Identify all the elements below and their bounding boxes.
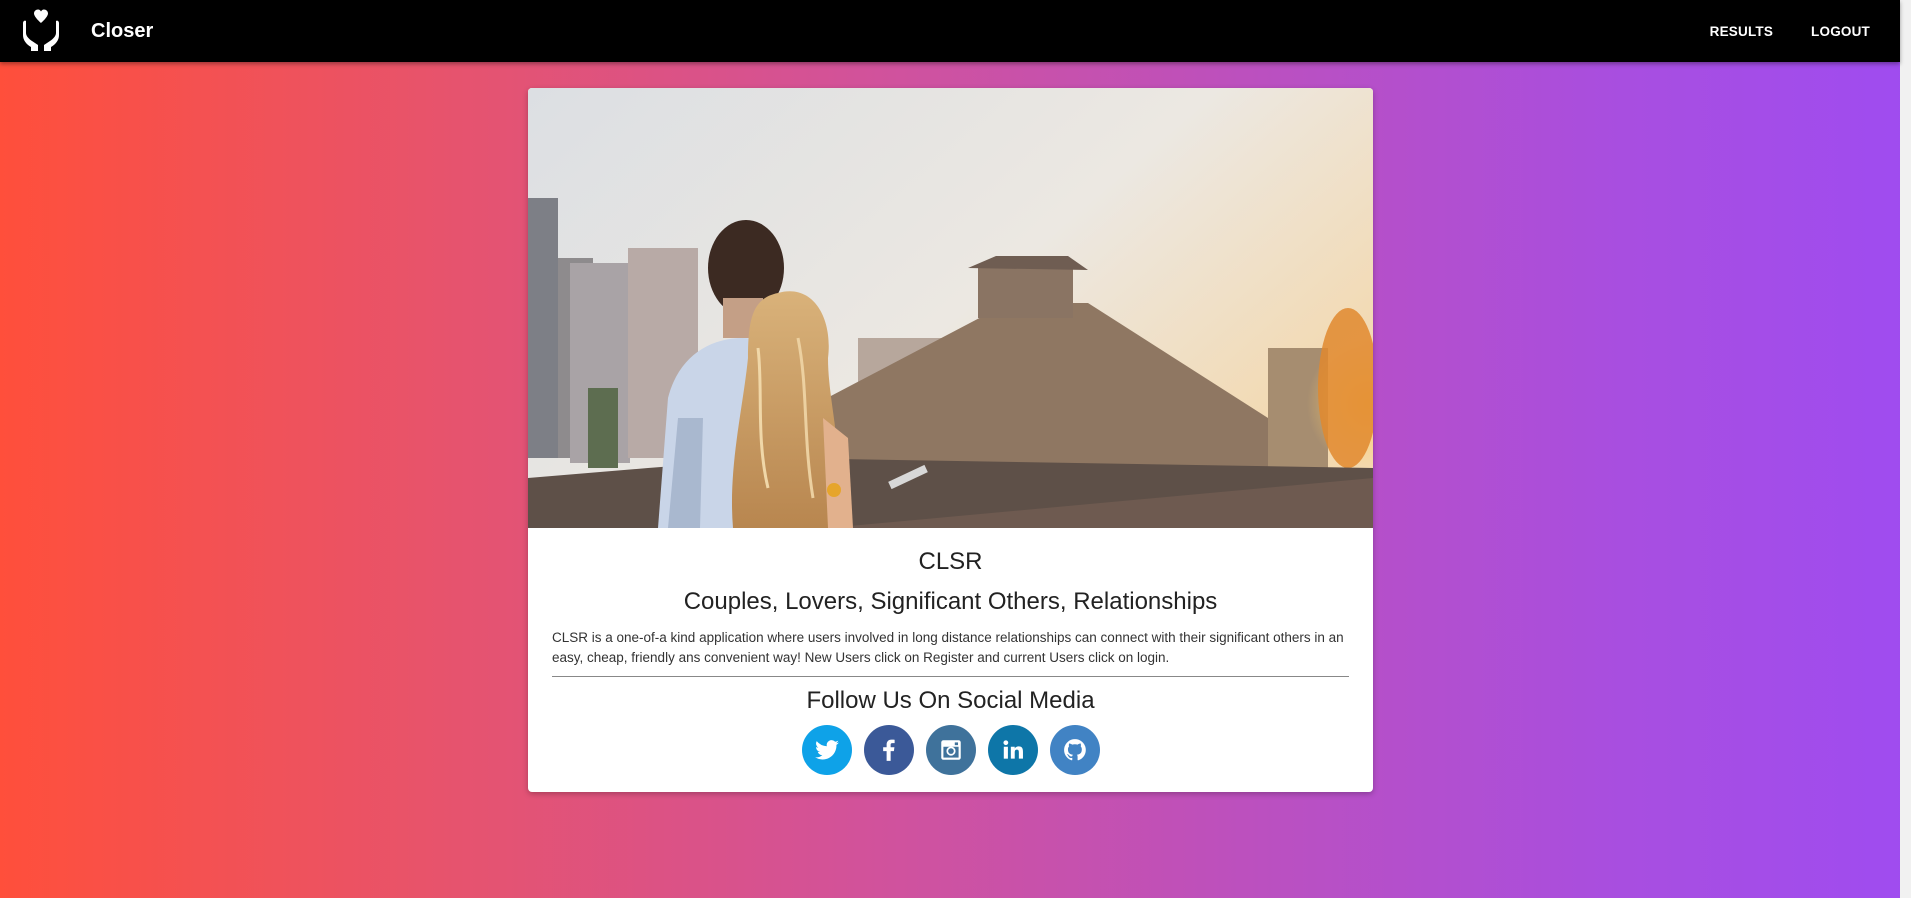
twitter-button[interactable] xyxy=(801,725,852,775)
divider xyxy=(552,676,1349,677)
results-button[interactable]: RESULTS xyxy=(1698,16,1785,47)
facebook-icon xyxy=(882,739,895,761)
instagram-button[interactable] xyxy=(925,725,976,775)
social-links xyxy=(552,725,1349,775)
card-subtitle: Couples, Lovers, Significant Others, Rel… xyxy=(683,588,1218,615)
github-icon xyxy=(1063,739,1086,761)
scrollbar[interactable] xyxy=(1900,0,1911,898)
github-button[interactable] xyxy=(1049,725,1100,775)
follow-heading: Follow Us On Social Media xyxy=(806,687,1095,714)
nav-menu: RESULTS LOGOUT xyxy=(1684,0,1882,62)
logout-button[interactable]: LOGOUT xyxy=(1799,16,1882,47)
facebook-button[interactable] xyxy=(863,725,914,775)
couple-photo xyxy=(528,88,1373,528)
card-body: CLSR Couples, Lovers, Significant Others… xyxy=(528,548,1373,775)
app-title[interactable]: Closer xyxy=(91,20,153,43)
welcome-card: CLSR Couples, Lovers, Significant Others… xyxy=(528,88,1373,792)
instagram-icon xyxy=(940,740,961,760)
card-description: CLSR is a one-of-a kind application wher… xyxy=(552,630,1344,665)
heart-hands-icon[interactable] xyxy=(20,9,62,51)
twitter-icon xyxy=(814,740,839,760)
top-app-bar: Closer RESULTS LOGOUT xyxy=(0,0,1900,62)
card-title: CLSR xyxy=(918,548,983,575)
linkedin-button[interactable] xyxy=(987,725,1038,775)
linkedin-icon xyxy=(1002,740,1023,759)
